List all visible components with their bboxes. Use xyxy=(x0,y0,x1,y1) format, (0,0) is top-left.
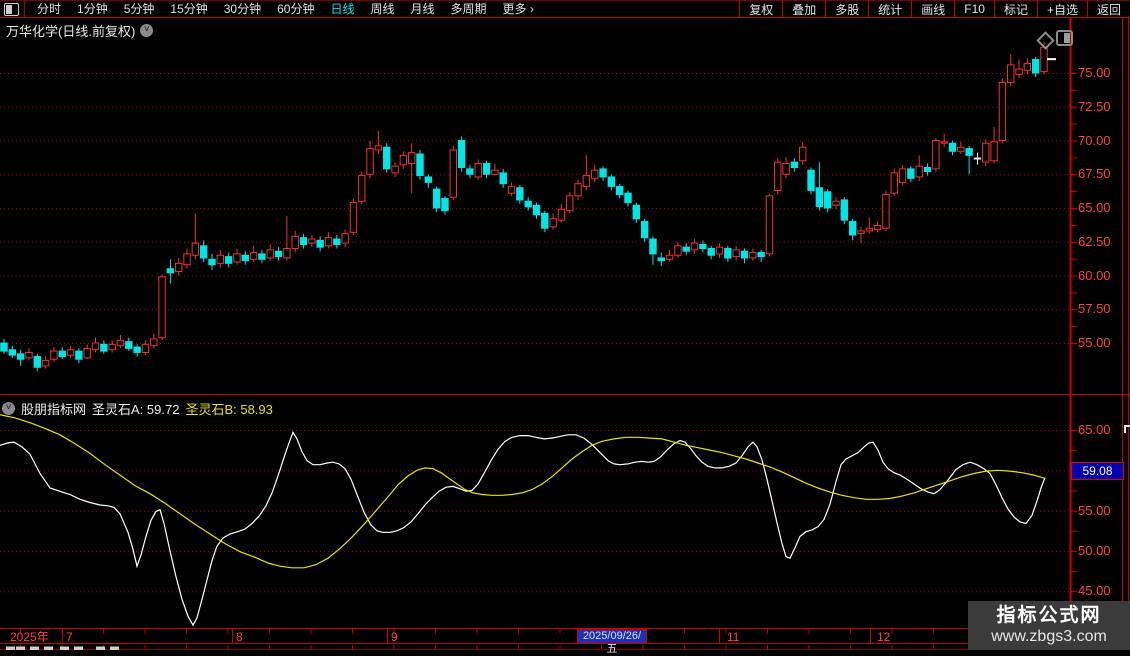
watermark-url: www.zbgs3.com xyxy=(991,628,1107,645)
indicator-line-b-value: 圣灵石B: 58.93 xyxy=(185,402,273,417)
indicator-source-label: 股朋指标网 xyxy=(21,402,87,417)
main-axis-label: 72.50 xyxy=(1078,98,1111,114)
period-item[interactable]: 15分钟 xyxy=(162,1,215,17)
toolbar-button[interactable]: 多股 xyxy=(825,1,868,17)
chart-canvas[interactable] xyxy=(0,0,1130,650)
period-item[interactable]: 更多 › xyxy=(495,1,542,17)
period-item[interactable]: 分时 xyxy=(29,1,69,17)
main-axis-label: 65.00 xyxy=(1078,200,1111,215)
top-toolbar: 分时 1分钟 5分钟 15分钟 30分钟 60分钟 日线 周线 月线 多周期 更多 › 复权 叠加 多股… xyxy=(0,0,1130,18)
date-badge: 2025/09/26/五 xyxy=(577,629,647,655)
watermark-title: 指标公式网 xyxy=(996,605,1102,626)
period-item[interactable]: 60分钟 xyxy=(269,1,322,17)
main-axis-label: 75.00 xyxy=(1078,65,1111,80)
window-panel-icon[interactable] xyxy=(4,2,19,16)
toolbar-button[interactable]: 叠加 xyxy=(782,1,825,17)
page-title: 万华化学(日线.前复权) xyxy=(6,24,136,39)
period-item[interactable]: 5分钟 xyxy=(116,1,163,17)
indicator-line-a-value: 圣灵石A: 59.72 xyxy=(92,402,180,417)
month-label: 11 xyxy=(727,630,740,644)
year-label: 2025年 xyxy=(10,630,49,644)
indicator-axis-label: 50.00 xyxy=(1078,542,1111,558)
main-axis-label: 57.50 xyxy=(1078,301,1111,317)
month-label: 9 xyxy=(391,630,398,644)
indicator-chevron-icon[interactable]: ˅ xyxy=(2,402,15,415)
panel-toggle-icon[interactable] xyxy=(1056,30,1073,46)
month-label: 12 xyxy=(877,630,891,644)
main-axis-label: 62.50 xyxy=(1078,233,1111,249)
main-axis-label: 55.00 xyxy=(1078,335,1111,350)
toolbar-button[interactable]: +自选 xyxy=(1036,1,1087,17)
period-item[interactable]: 30分钟 xyxy=(216,1,269,17)
toolbar-button[interactable]: 标记 xyxy=(993,1,1037,17)
period-item[interactable]: 多周期 xyxy=(443,1,495,17)
period-item[interactable]: 日线 xyxy=(322,1,362,17)
period-item[interactable]: 月线 xyxy=(403,1,443,17)
toolbar-button[interactable]: F10 xyxy=(954,1,994,17)
indicator-axis-label: 55.00 xyxy=(1078,502,1111,518)
main-axis-label: 67.50 xyxy=(1078,166,1111,182)
main-axis-label: 60.00 xyxy=(1078,267,1111,283)
main-axis-label: 70.00 xyxy=(1078,132,1111,148)
indicator-axis-label: 65.00 xyxy=(1078,422,1111,437)
indicator-value-badge: 59.08 xyxy=(1071,462,1124,480)
toolbar-button[interactable]: 返回 xyxy=(1086,1,1130,17)
indicator-header: ˅ 股朋指标网 圣灵石A: 59.72 圣灵石B: 58.93 xyxy=(2,399,273,418)
chart-title-row: 万华化学(日线.前复权) ˅ xyxy=(6,21,154,40)
period-item[interactable]: 1分钟 xyxy=(69,1,116,17)
indicator-axis-label: 45.00 xyxy=(1078,583,1111,599)
app-window: { "toolbar": { "left_items": [ {"label":… xyxy=(0,0,1130,655)
chevron-down-icon[interactable]: ˅ xyxy=(140,24,154,37)
month-label: 7 xyxy=(66,630,73,644)
period-item[interactable]: 周线 xyxy=(362,1,402,17)
month-label: 8 xyxy=(236,630,243,644)
toolbar-button[interactable]: 统计 xyxy=(868,1,911,17)
period-menu: 分时 1分钟 5分钟 15分钟 30分钟 60分钟 日线 周线 月线 多周期 更多 › xyxy=(24,1,542,17)
tools-menu: 复权 叠加 多股 统计 画线 F10 标记 +自选 返回 xyxy=(739,1,1130,17)
watermark: 指标公式网 www.zbgs3.com xyxy=(968,601,1130,650)
toolbar-button[interactable]: 复权 xyxy=(739,1,782,17)
toolbar-button[interactable]: 画线 xyxy=(911,1,954,17)
